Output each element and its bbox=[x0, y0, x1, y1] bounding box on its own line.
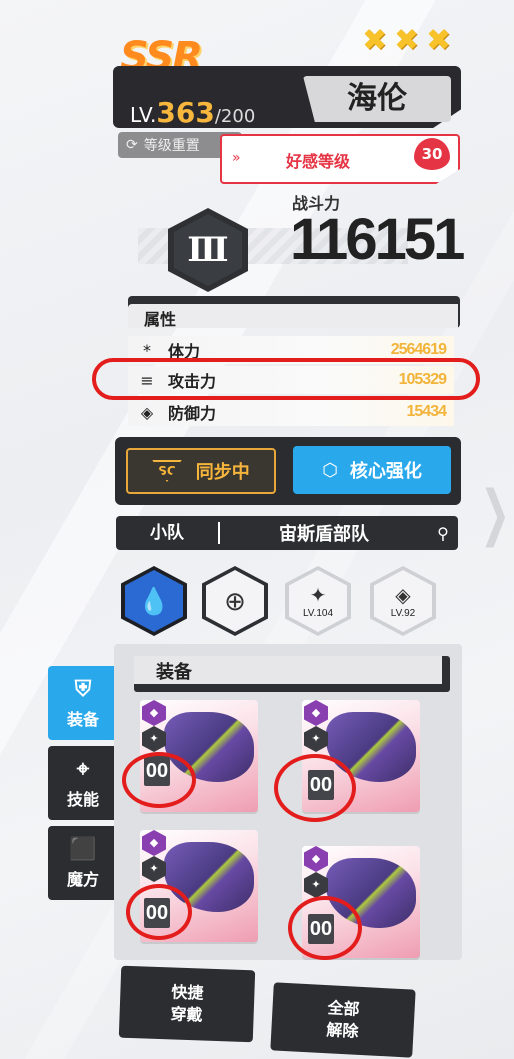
equipment-title: 装备 bbox=[156, 662, 192, 683]
button-label-line: 穿戴 bbox=[170, 1004, 203, 1025]
reset-icon: ⟳ bbox=[126, 137, 138, 153]
highlight-annotation bbox=[92, 358, 480, 400]
team-name: 宙斯盾部队 bbox=[279, 524, 369, 545]
attribute-value: 2564619 bbox=[390, 341, 447, 358]
chevron-right-icon: » bbox=[232, 150, 241, 166]
star-icon: ✖ bbox=[362, 23, 388, 58]
highlight-annotation bbox=[274, 754, 356, 822]
heart-icon: 30 bbox=[414, 138, 450, 170]
hp-icon: * bbox=[143, 340, 151, 360]
attributes-title: 属性 bbox=[144, 310, 177, 329]
shield-icon: ◈ bbox=[140, 402, 154, 422]
equip-rank-icon: ✦ bbox=[304, 872, 328, 898]
skill-level: LV.104 bbox=[302, 608, 334, 619]
search-icon[interactable]: ⚲ bbox=[428, 524, 458, 543]
tab-equipment[interactable]: ⛨ 装备 bbox=[48, 666, 118, 740]
tab-label: 技能 bbox=[66, 789, 99, 809]
core-enhance-label: 核心强化 bbox=[349, 461, 422, 482]
equip-type-icon: ◆ bbox=[142, 830, 166, 856]
highlight-annotation bbox=[126, 884, 192, 940]
level-display: LV.363/200 bbox=[130, 96, 255, 129]
skill-level: LV.92 bbox=[390, 608, 416, 619]
equip-rank-icon: ✦ bbox=[142, 726, 166, 752]
equip-type-icon: ◆ bbox=[304, 846, 328, 872]
favor-label: 好感等级 bbox=[286, 152, 351, 171]
equip-type-icon: ◆ bbox=[142, 700, 166, 726]
sync-button[interactable]: SC 同步中 bbox=[126, 448, 276, 494]
level-value: 363 bbox=[156, 96, 215, 129]
button-label-line: 全部 bbox=[327, 998, 361, 1019]
unequip-all-button[interactable]: 全部 解除 bbox=[270, 982, 416, 1058]
star-icon: ✖ bbox=[394, 23, 420, 58]
character-name: 海伦 bbox=[303, 76, 451, 122]
power-value: 116151 bbox=[290, 207, 465, 272]
star-rating: ✖ ✖ ✖ bbox=[362, 26, 458, 56]
button-label-line: 解除 bbox=[325, 1020, 359, 1041]
cube-icon: ⬡ bbox=[322, 459, 338, 481]
team-bar[interactable]: 小队 宙斯盾部队 ⚲ bbox=[116, 516, 458, 550]
attribute-value: 15434 bbox=[406, 403, 447, 420]
team-label: 小队 bbox=[116, 522, 220, 544]
sync-label: 同步中 bbox=[195, 462, 250, 483]
equip-type-icon: ◆ bbox=[304, 700, 328, 726]
core-enhance-button[interactable]: ⬡ 核心强化 bbox=[293, 446, 451, 494]
level-prefix: LV. bbox=[130, 103, 157, 127]
quick-equip-button[interactable]: 快捷 穿戴 bbox=[118, 965, 256, 1043]
equip-rank-icon: ✦ bbox=[142, 856, 166, 882]
highlight-annotation bbox=[288, 896, 362, 960]
tab-cube[interactable]: ⬛ 魔方 bbox=[48, 826, 118, 900]
crosshair-icon: ⌖ bbox=[76, 756, 90, 782]
attributes-header-label-bg bbox=[128, 304, 458, 328]
button-label-line: 快捷 bbox=[171, 982, 204, 1003]
star-icon: ✖ bbox=[426, 23, 452, 58]
equip-rank-icon: ✦ bbox=[304, 726, 328, 752]
tab-skills[interactable]: ⌖ 技能 bbox=[48, 746, 118, 820]
level-reset-label: 等级重置 bbox=[143, 138, 200, 154]
attribute-label: 防御力 bbox=[168, 404, 217, 423]
level-max: /200 bbox=[214, 106, 256, 127]
tab-label: 魔方 bbox=[66, 869, 99, 889]
favor-level-value: 30 bbox=[421, 145, 443, 163]
tab-label: 装备 bbox=[66, 709, 99, 729]
next-arrow-icon[interactable]: ❯ bbox=[480, 478, 510, 548]
attribute-row-defense: ◈ 防御力 15434 bbox=[128, 398, 454, 426]
highlight-annotation bbox=[122, 752, 196, 808]
sync-badge-icon: SC bbox=[152, 460, 182, 482]
cube-icon: ⬛ bbox=[69, 836, 97, 862]
shield-icon: ⛨ bbox=[74, 676, 92, 702]
